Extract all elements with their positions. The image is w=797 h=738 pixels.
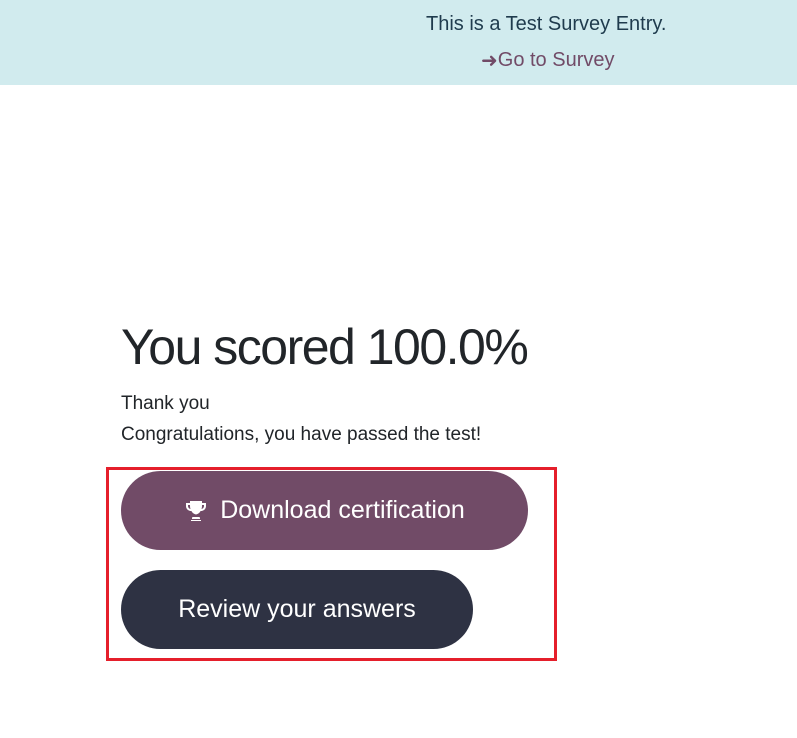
score-heading: You scored 100.0% bbox=[121, 319, 529, 375]
review-answers-button[interactable]: Review your answers bbox=[121, 570, 473, 649]
download-certification-label: Download certification bbox=[220, 496, 465, 524]
arrow-right-icon: ➜ bbox=[481, 48, 498, 72]
go-to-survey-label: Go to Survey bbox=[497, 48, 615, 71]
test-entry-message: This is a Test Survey Entry. bbox=[426, 13, 667, 35]
thank-you-text: Thank you bbox=[121, 393, 210, 414]
congratulations-text: Congratulations, you have passed the tes… bbox=[121, 424, 482, 445]
review-answers-label: Review your answers bbox=[178, 595, 416, 623]
trophy-icon bbox=[186, 500, 207, 521]
go-to-survey-link[interactable]: ➜ Go to Survey bbox=[481, 48, 614, 72]
test-survey-banner: This is a Test Survey Entry. ➜ Go to Sur… bbox=[0, 0, 797, 85]
download-certification-button[interactable]: Download certification bbox=[121, 471, 528, 550]
